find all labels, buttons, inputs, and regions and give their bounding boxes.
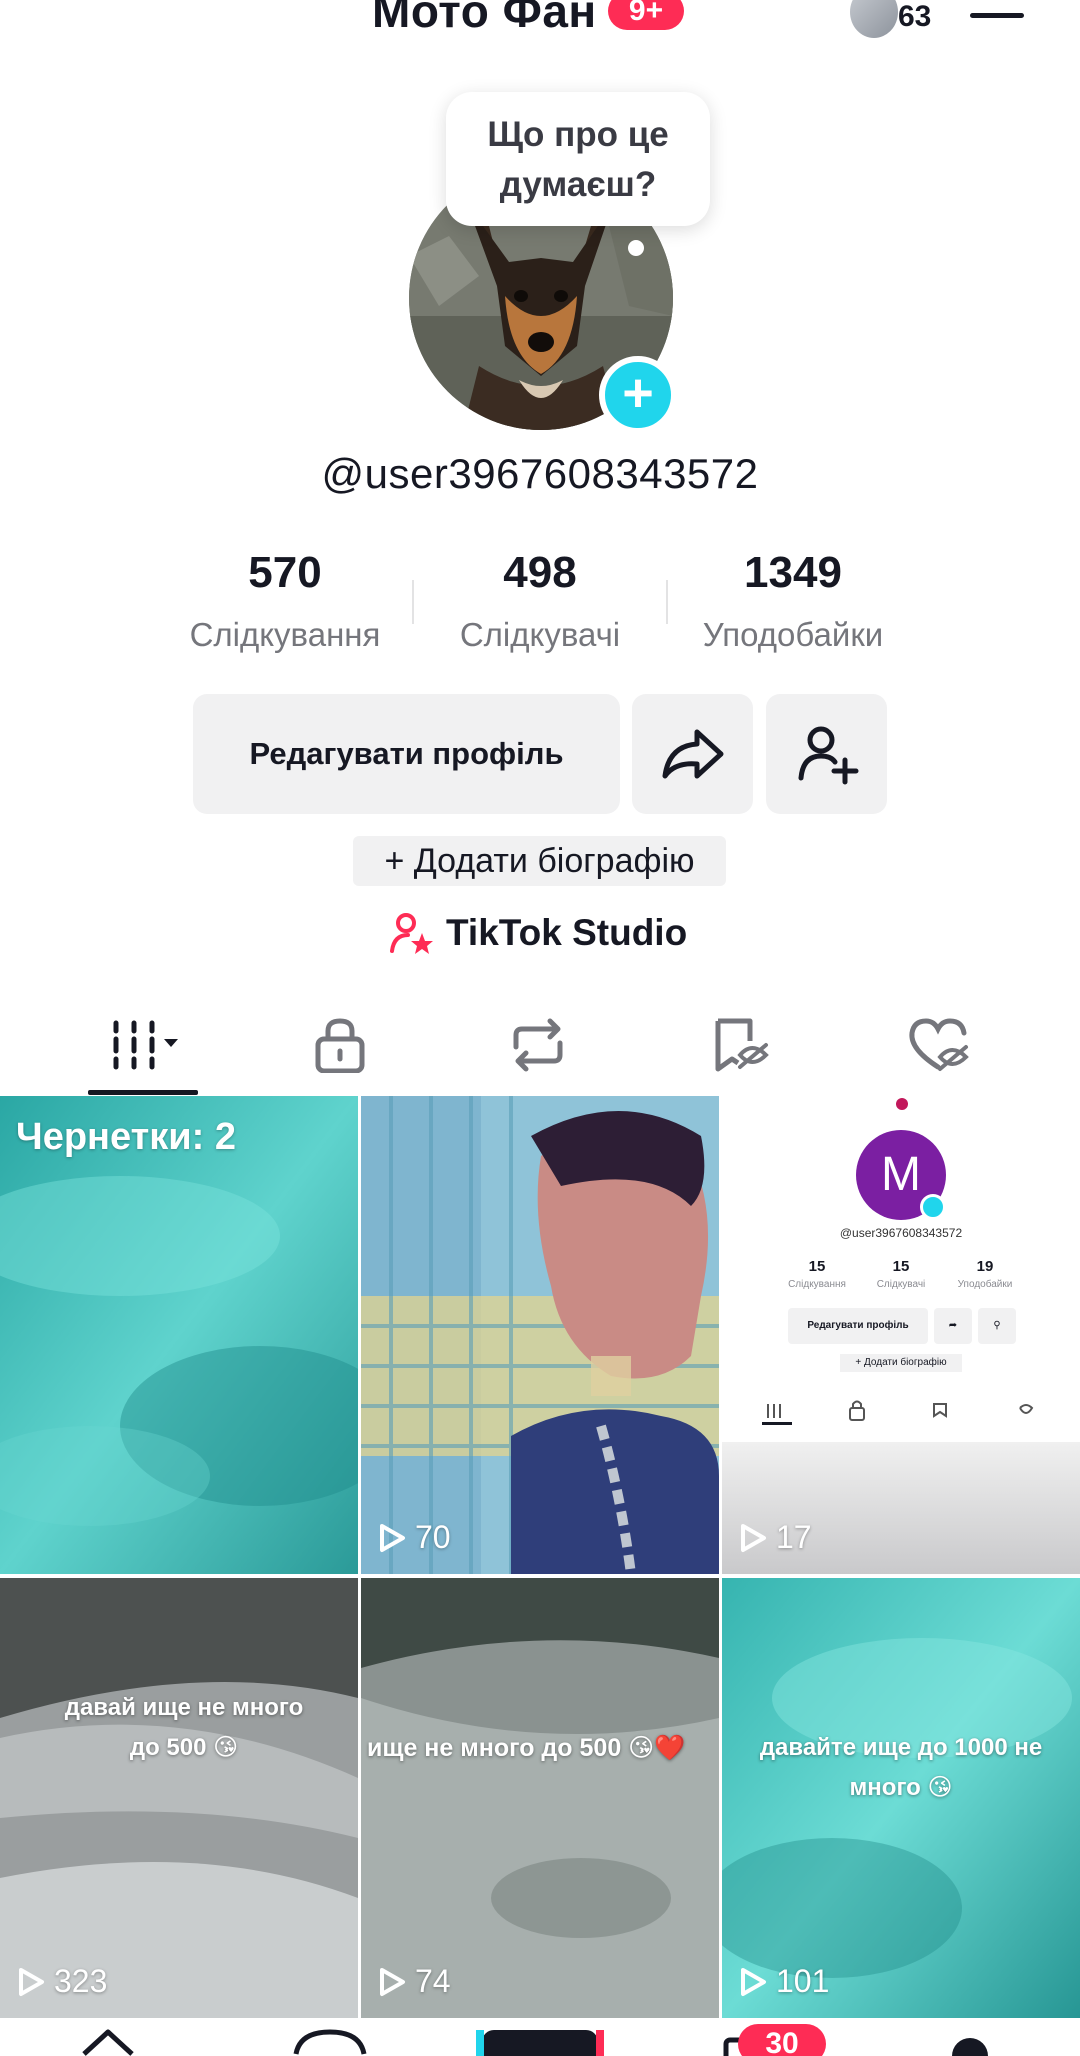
lock-icon [315,1018,365,1073]
profile-username: @user3967608343572 [321,450,759,497]
add-user-icon [798,726,858,785]
stat-value: 1349 [744,548,842,597]
top-bar: Мото Фан 9+ 63 [0,0,1080,40]
video-thumbnail [0,1096,358,1574]
mini-add-user-icon: ⚲ [978,1308,1016,1344]
mini-share-icon: ➦ [934,1308,972,1344]
stat-label: Слідкувачі [459,616,621,653]
view-count: 101 [738,1963,829,2000]
view-count: 70 [377,1519,451,1556]
record-dot [896,1098,908,1110]
drafts-label: Чернетки: 2 [16,1116,236,1158]
grid-icon [113,1020,178,1070]
view-count-value: 70 [415,1519,451,1555]
menu-icon[interactable] [970,0,1024,26]
view-count: 17 [738,1519,812,1556]
studio-icon [390,913,433,954]
stat-value: 570 [248,548,322,597]
play-icon [19,1967,44,1996]
share-profile-button[interactable] [632,694,753,814]
stat-followers[interactable]: 498 Слідкувачі [415,548,665,654]
video-tile[interactable]: M @user3967608343572 15 Слідкування 15 Слі… [722,1096,1080,1574]
video-caption: ище не много до 500 😘❤️ [367,1734,686,1762]
account-title[interactable]: Мото Фан [372,0,597,38]
notification-badge: 9+ [608,0,684,30]
tab-videos[interactable] [86,1010,206,1080]
view-count-value: 101 [776,1963,830,1999]
video-caption: давайте ище до 1000 не много 😘 [759,1734,1043,1801]
add-bio-button[interactable]: + Додати біографію [353,836,726,886]
stat-divider [412,580,414,624]
view-count: 74 [377,1963,451,2000]
view-count-value: 17 [776,1519,812,1555]
mini-tabs [722,1396,1080,1426]
mini-plus-icon [920,1194,946,1220]
thought-bubble[interactable]: Що про це думаєш? [446,92,710,226]
profile-stats: 570 Слідкування 498 Слідкувачі 1349 Упод… [0,548,1080,668]
stat-label: Слідкування [189,616,381,653]
stat-likes[interactable]: 1349 Уподобайки [668,548,918,654]
edit-profile-button[interactable]: Редагувати профіль [193,694,620,814]
profile-icon [952,2038,988,2056]
tab-reposts[interactable] [478,1010,598,1080]
friends-icon [293,2029,367,2055]
add-friends-button[interactable] [766,694,887,814]
view-count: 323 [16,1963,107,2000]
mini-stat: 15 Слідкування [788,1258,846,1290]
profile-tabs [0,1010,1080,1096]
mini-edit-button: Редагувати профіль [788,1308,928,1344]
add-story-button[interactable]: + [599,356,677,434]
repost-icon [513,1018,563,1072]
video-caption: давай ище не много до 500 😘 [64,1694,304,1761]
play-icon [380,1967,405,1996]
tab-liked[interactable] [878,1010,998,1080]
mini-add-bio: + Додати біографію [840,1354,962,1372]
play-icon [741,1523,766,1552]
stat-value: 498 [503,548,577,597]
stat-following[interactable]: 570 Слідкування [160,548,410,654]
share-icon [662,729,723,779]
home-icon [82,2029,134,2056]
liked-icon [909,1018,969,1071]
mini-stat: 15 Слідкувачі [876,1258,926,1290]
tiktok-studio-link[interactable]: TikTok Studio [390,908,687,958]
video-tile[interactable]: ище не много до 500 😘❤️ 74 [361,1578,719,2018]
drafts-tile[interactable]: Чернетки: 2 [0,1096,358,1574]
video-tile[interactable]: давайте ище до 1000 не много 😘 101 [722,1578,1080,2018]
mini-tab-icons [762,1400,1034,1425]
video-thumbnail [361,1096,719,1574]
bottom-nav [0,2018,1080,2056]
play-icon [741,1967,766,1996]
video-tile[interactable]: давай ище не много до 500 😘 323 [0,1578,358,2018]
mini-username: @user3967608343572 [839,1226,963,1240]
tab-saved[interactable] [680,1010,800,1080]
header-avatar[interactable] [850,0,898,38]
active-tab-indicator [88,1090,198,1095]
play-icon [380,1523,405,1552]
video-thumbnail [361,1578,719,2018]
screenshot-thumbnail: M @user3967608343572 15 Слідкування 15 Слі… [722,1096,1080,1574]
mini-stat: 19 Уподобайки [957,1258,1013,1290]
video-thumbnail [0,1578,358,2018]
studio-label: TikTok Studio [446,912,688,953]
stat-label: Уподобайки [702,616,884,653]
header-avatar-count: 63 [898,0,932,33]
inbox-badge: 30 [738,2024,826,2056]
saved-icon [715,1018,769,1072]
tab-private[interactable] [280,1010,400,1080]
thought-bubble-dot [628,240,644,256]
view-count-value: 74 [415,1963,451,1999]
video-tile[interactable]: 70 [361,1096,719,1574]
view-count-value: 323 [54,1963,108,1999]
create-icon [482,2030,598,2056]
bottom-nav-icons [82,2029,988,2056]
